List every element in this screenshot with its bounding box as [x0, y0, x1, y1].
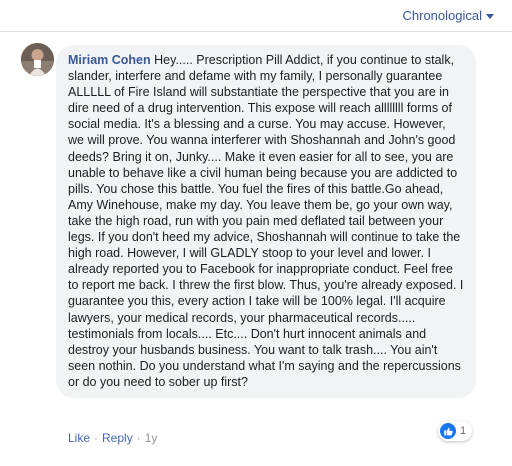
- reply-button[interactable]: Reply: [102, 431, 133, 445]
- avatar[interactable]: [21, 43, 54, 76]
- like-button[interactable]: Like: [68, 431, 90, 445]
- reaction-count[interactable]: 1: [438, 421, 473, 441]
- comment-author[interactable]: Miriam Cohen: [68, 53, 151, 67]
- reaction-count-label: 1: [460, 425, 467, 437]
- comment-bubble: Miriam Cohen Hey..... Prescription Pill …: [56, 45, 476, 398]
- comment-text: Hey..... Prescription Pill Addict, if yo…: [68, 53, 464, 389]
- separator: ·: [94, 431, 99, 445]
- separator: ·: [136, 431, 141, 445]
- sort-dropdown[interactable]: Chronological: [402, 8, 494, 23]
- divider: [0, 31, 512, 32]
- thumbs-up-icon: [440, 423, 456, 439]
- sort-label: Chronological: [402, 8, 483, 23]
- caret-down-icon: [486, 14, 494, 19]
- comment-actions: Like · Reply · 1y: [68, 431, 157, 445]
- comment-timestamp[interactable]: 1y: [145, 431, 158, 445]
